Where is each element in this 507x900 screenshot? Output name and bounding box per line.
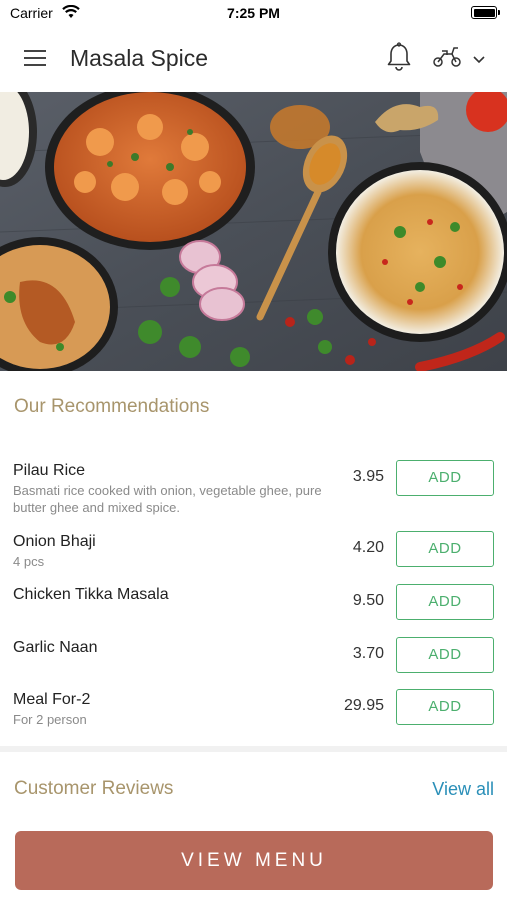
add-button[interactable]: ADD (396, 531, 494, 567)
menu-icon[interactable] (24, 50, 46, 68)
item-name: Pilau Rice (13, 462, 86, 479)
item-price: 4.20 (352, 539, 384, 556)
item-name: Garlic Naan (13, 639, 98, 656)
item-price: 3.70 (352, 645, 384, 662)
item-name: Chicken Tikka Masala (13, 586, 169, 603)
status-bar: Carrier 7:25 PM (0, 0, 507, 26)
hero-food-image (0, 92, 507, 371)
item-price: 29.95 (343, 697, 384, 714)
item-description: For 2 person (13, 712, 87, 727)
item-name: Onion Bhaji (13, 533, 96, 550)
view-all-link[interactable]: View all (432, 779, 494, 800)
chevron-down-icon[interactable] (472, 52, 486, 70)
view-menu-button[interactable]: VIEW MENU (15, 831, 493, 890)
item-description: 4 pcs (13, 554, 45, 569)
bell-icon[interactable] (386, 42, 412, 77)
item-name: Meal For-2 (13, 691, 91, 708)
item-price: 9.50 (352, 592, 384, 609)
add-button[interactable]: ADD (396, 689, 494, 725)
add-button[interactable]: ADD (396, 637, 494, 673)
status-time: 7:25 PM (227, 5, 280, 21)
battery-icon (471, 6, 500, 19)
recommendations-title: Our Recommendations (14, 396, 210, 417)
app-header: Masala Spice (0, 26, 507, 92)
add-button[interactable]: ADD (396, 584, 494, 620)
page-title: Masala Spice (70, 45, 209, 71)
item-price: 3.95 (352, 468, 384, 485)
section-divider (0, 746, 507, 752)
item-description: Basmati rice cooked with onion, vegetabl… (13, 483, 322, 515)
reviews-title: Customer Reviews (14, 778, 174, 799)
add-button[interactable]: ADD (396, 460, 494, 496)
scooter-icon[interactable] (432, 46, 462, 73)
